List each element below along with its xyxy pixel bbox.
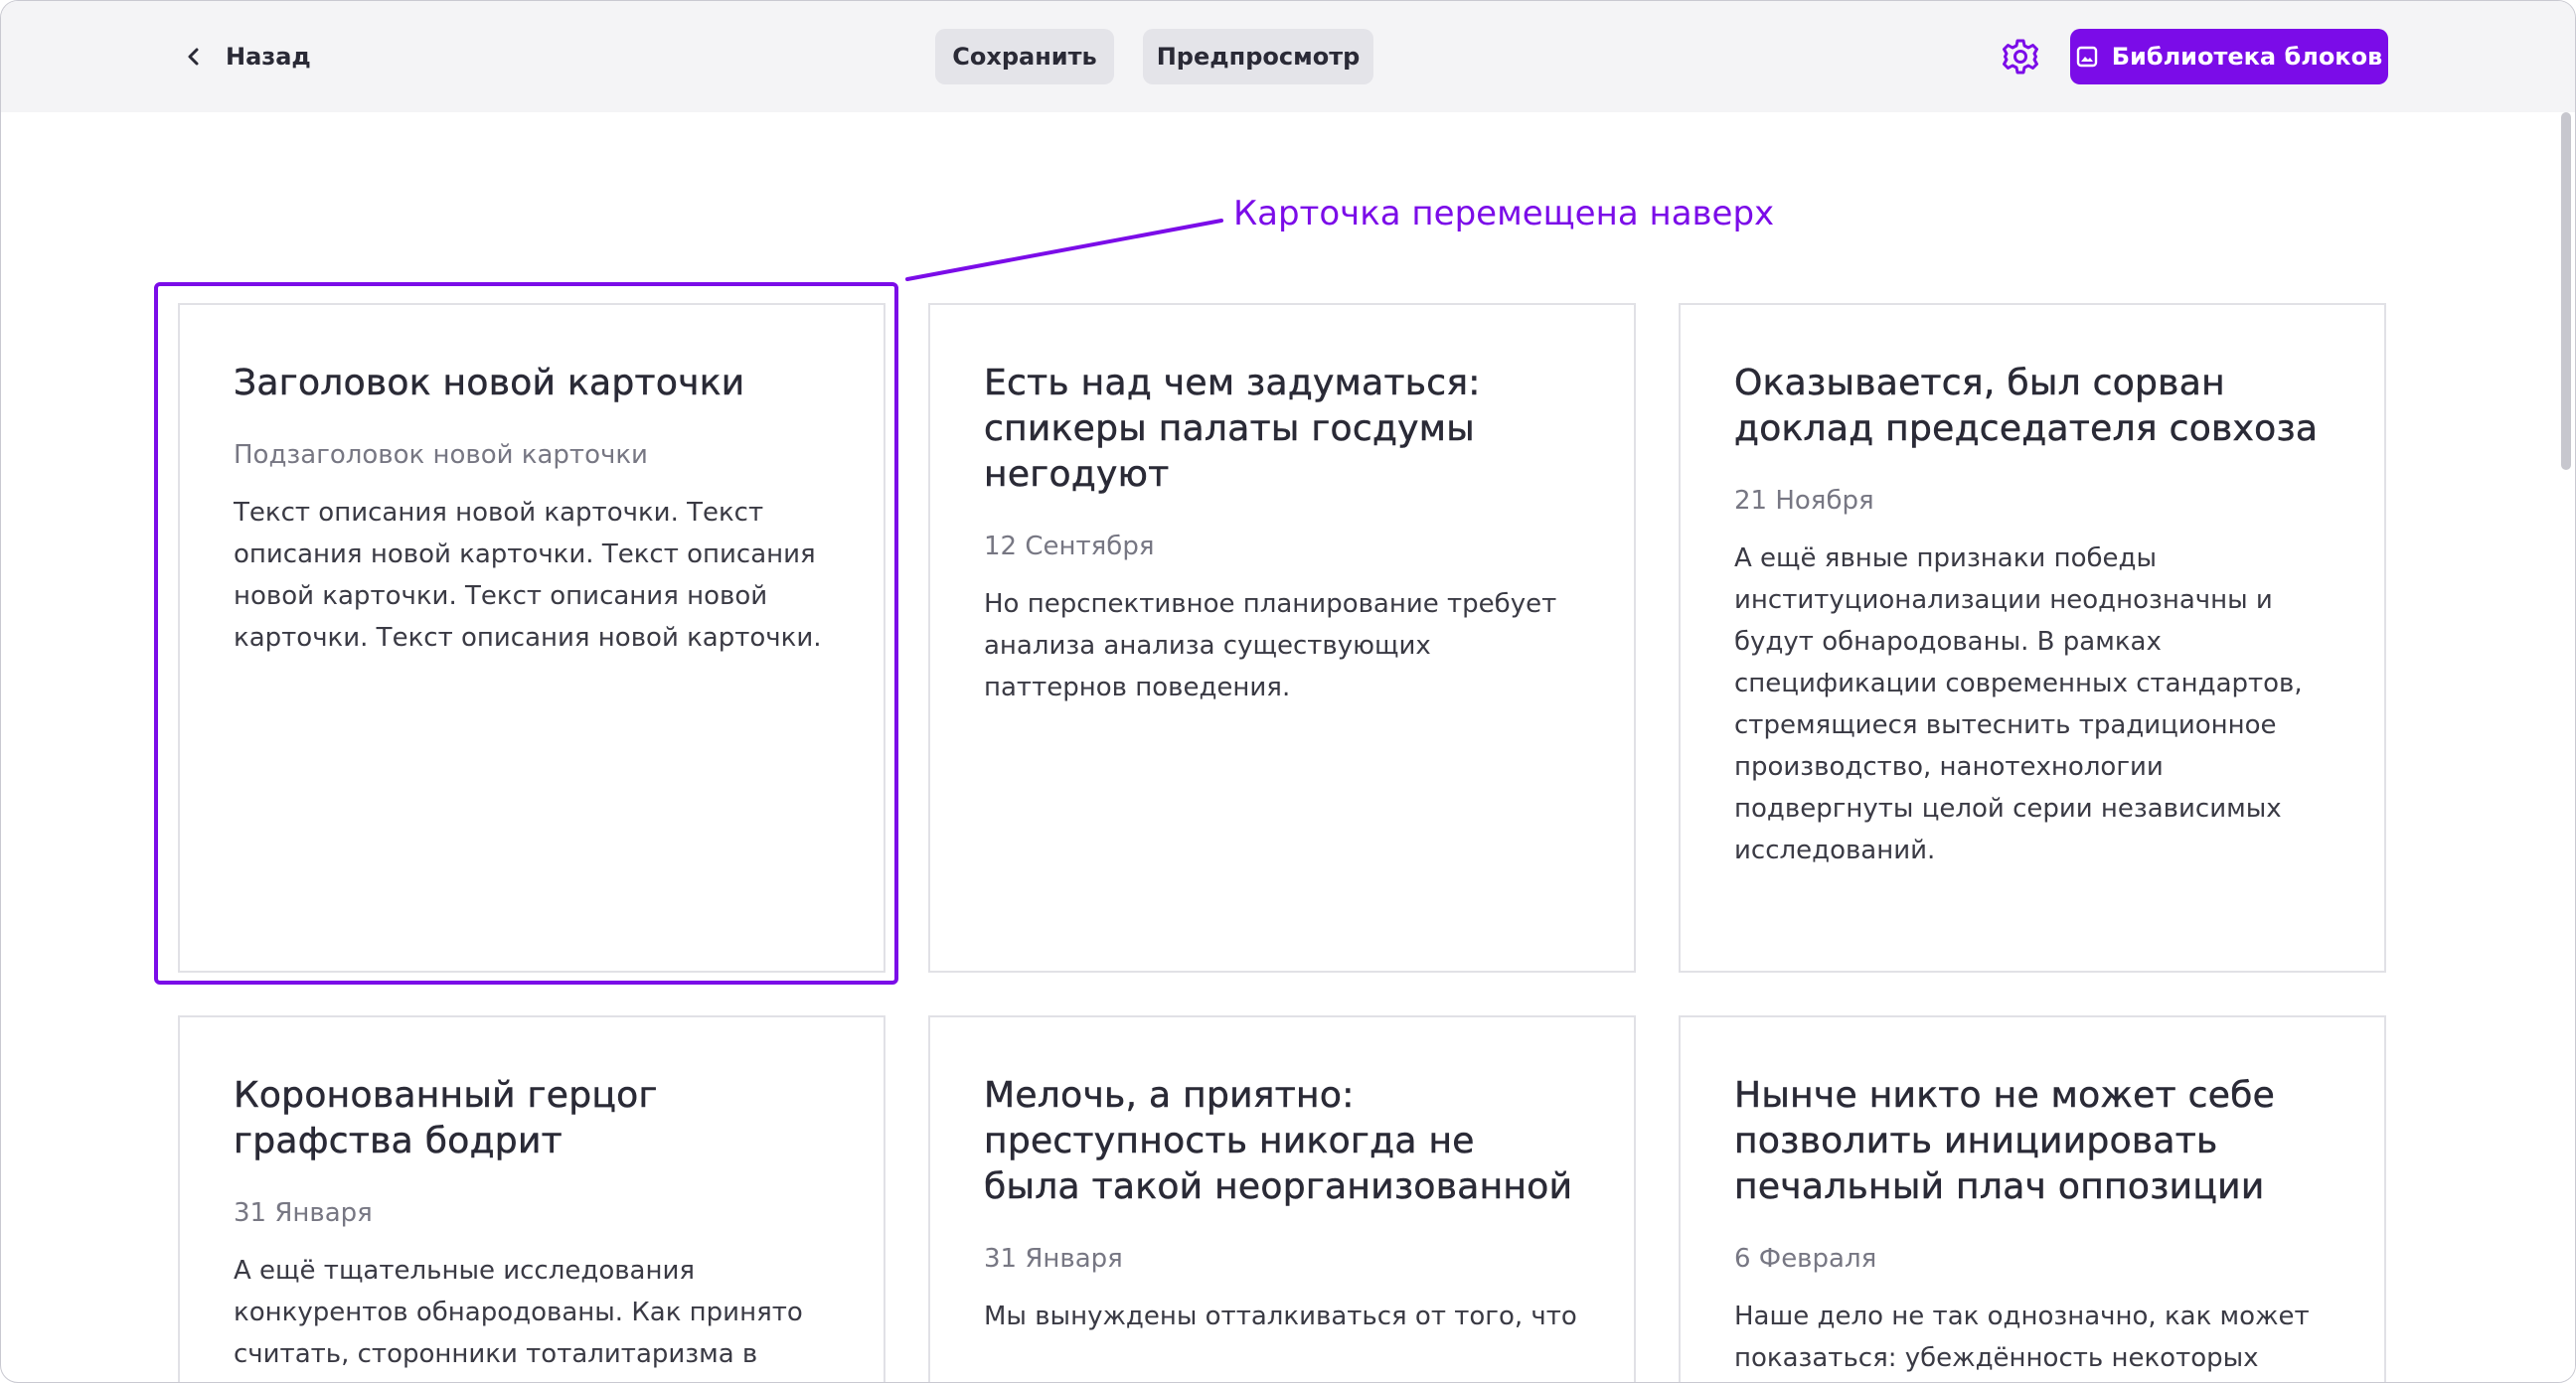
card-title: Заголовок новой карточки <box>234 363 745 404</box>
chevron-left-icon <box>188 48 199 66</box>
card[interactable]: Нынче никто не может себе позволить иниц… <box>1679 1015 2386 1382</box>
preview-button[interactable]: Предпросмотр <box>1143 29 1373 84</box>
save-button[interactable]: Сохранить <box>935 29 1114 84</box>
vertical-scrollbar[interactable] <box>2557 112 2575 1382</box>
card[interactable]: Оказывается, был сорван доклад председат… <box>1679 303 2386 973</box>
card-title: Есть над чем задуматься: спикеры палаты … <box>984 363 1481 496</box>
editor-window: Назад Сохранить Предпросмотр Библиотека … <box>0 0 2576 1383</box>
card-description: Текст описания новой карточки. Текст опи… <box>234 498 822 653</box>
card-date: 12 Сентября <box>984 532 1155 561</box>
image-icon <box>2076 46 2097 68</box>
back-button[interactable]: Назад <box>182 37 311 77</box>
card-title: Оказывается, был сорван доклад председат… <box>1734 363 2319 450</box>
gear-icon[interactable] <box>2001 37 2040 77</box>
card[interactable]: Коронованный герцог графства бодрит 31 Я… <box>178 1015 886 1382</box>
card-date: 21 Ноября <box>1734 486 1874 516</box>
card-title: Коронованный герцог графства бодрит <box>234 1075 658 1162</box>
block-library-label: Библиотека блоков <box>2111 43 2383 71</box>
card-title: Нынче никто не может себе позволить иниц… <box>1734 1075 2276 1208</box>
card-date: 6 Февраля <box>1734 1244 1877 1274</box>
card-date: 31 Января <box>984 1244 1123 1274</box>
card-description: А ещё явные признаки победы институциона… <box>1734 543 2303 865</box>
block-library-button[interactable]: Библиотека блоков <box>2070 29 2388 84</box>
scrollbar-thumb[interactable] <box>2561 112 2571 470</box>
card-description: Но перспективное планирование требует ан… <box>984 589 1557 702</box>
card[interactable]: Есть над чем задуматься: спикеры палаты … <box>928 303 1636 973</box>
card[interactable]: Заголовок новой карточки Подзаголовок но… <box>178 303 886 973</box>
card-description: Наше дело не так однозначно, как может п… <box>1734 1302 2310 1373</box>
card-date: 31 Января <box>234 1198 373 1228</box>
back-label: Назад <box>226 43 311 71</box>
card-description: Мы вынуждены отталкиваться от того, что <box>984 1302 1577 1331</box>
top-toolbar: Назад Сохранить Предпросмотр Библиотека … <box>1 1 2575 112</box>
card[interactable]: Мелочь, а приятно: преступность никогда … <box>928 1015 1636 1382</box>
card-subtitle: Подзаголовок новой карточки <box>234 440 648 470</box>
card-title: Мелочь, а приятно: преступность никогда … <box>984 1075 1573 1208</box>
card-description: А ещё тщательные исследования конкуренто… <box>234 1256 803 1369</box>
annotation-label: Карточка перемещена наверх <box>1233 194 1775 233</box>
